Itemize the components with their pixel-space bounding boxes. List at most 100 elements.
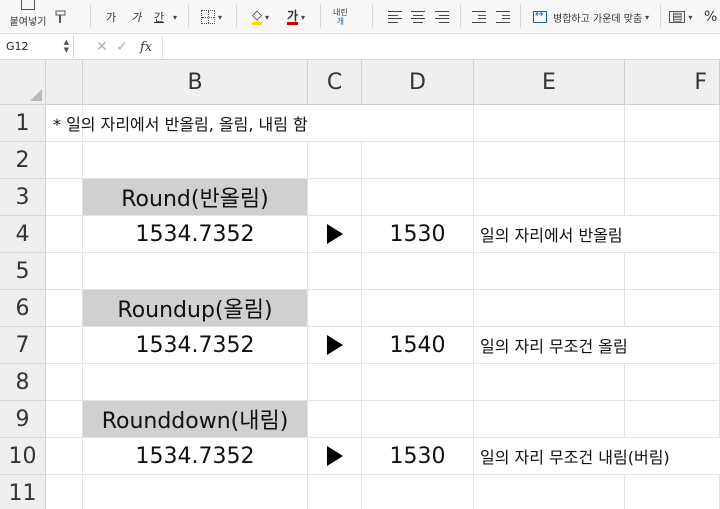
cell-a5[interactable] xyxy=(46,253,83,290)
column-header-a[interactable] xyxy=(46,60,83,105)
cell-a3[interactable] xyxy=(46,179,83,216)
cell-c3[interactable] xyxy=(308,179,362,216)
cell-e6[interactable] xyxy=(474,290,625,327)
cell-c5[interactable] xyxy=(308,253,362,290)
merge-center-button[interactable]: 병합하고 가운데 맞춤 ▾ xyxy=(533,0,649,34)
cell-b5[interactable] xyxy=(83,253,308,290)
cell-e5[interactable] xyxy=(474,253,625,290)
column-header-d[interactable]: D xyxy=(362,60,474,105)
underline-button[interactable]: 간 xyxy=(154,0,164,34)
row-header-10[interactable]: 10 xyxy=(0,438,46,475)
cell-a8[interactable] xyxy=(46,364,83,401)
cell-d3[interactable] xyxy=(362,179,474,216)
select-all-corner[interactable] xyxy=(0,60,46,105)
text-direction-button[interactable]: 내린 개 xyxy=(333,0,348,34)
cell-c8[interactable] xyxy=(308,364,362,401)
font-color-button[interactable]: 가 ▾ xyxy=(287,0,305,34)
cell-d9[interactable] xyxy=(362,401,474,438)
cell-f3[interactable] xyxy=(625,179,720,216)
cell-c7[interactable] xyxy=(308,327,362,364)
cell-b7[interactable]: 1534.7352 xyxy=(83,327,308,364)
cell-c9[interactable] xyxy=(308,401,362,438)
cell-f8[interactable] xyxy=(625,364,720,401)
checkmark-icon[interactable]: ✓ xyxy=(116,34,128,60)
row-header-9[interactable]: 9 xyxy=(0,401,46,438)
cell-f6[interactable] xyxy=(625,290,720,327)
borders-button[interactable]: ▾ xyxy=(201,0,222,34)
cell-e1[interactable] xyxy=(474,105,625,142)
cell-a9[interactable] xyxy=(46,401,83,438)
column-header-e[interactable]: E xyxy=(474,60,625,105)
cell-f7[interactable] xyxy=(625,327,720,364)
cell-b6[interactable]: Roundup(올림) xyxy=(83,290,308,327)
increase-indent-button[interactable] xyxy=(496,0,510,34)
cell-e9[interactable] xyxy=(474,401,625,438)
column-header-f[interactable]: F xyxy=(625,60,720,105)
cell-a7[interactable] xyxy=(46,327,83,364)
formula-input[interactable] xyxy=(162,36,718,58)
cell-f2[interactable] xyxy=(625,142,720,179)
cell-b10[interactable]: 1534.7352 xyxy=(83,438,308,475)
cell-b1[interactable]: * 일의 자리에서 반올림, 올림, 내림 함 xyxy=(53,105,308,142)
cell-c1[interactable] xyxy=(308,105,362,142)
cell-f4[interactable] xyxy=(625,216,720,253)
cell-d11[interactable] xyxy=(362,475,474,509)
percent-style-button[interactable]: % xyxy=(704,0,717,34)
row-header-8[interactable]: 8 xyxy=(0,364,46,401)
name-box-spinner-icon[interactable]: ▲ ▼ xyxy=(64,38,69,54)
row-header-3[interactable]: 3 xyxy=(0,179,46,216)
align-top-button[interactable] xyxy=(388,0,402,34)
format-painter-icon[interactable] xyxy=(52,0,68,34)
align-bottom-button[interactable] xyxy=(435,0,449,34)
cell-a4[interactable] xyxy=(46,216,83,253)
cell-b11[interactable] xyxy=(83,475,308,509)
cell-e3[interactable] xyxy=(474,179,625,216)
align-middle-button[interactable] xyxy=(411,0,425,34)
cell-c6[interactable] xyxy=(308,290,362,327)
row-header-2[interactable]: 2 xyxy=(0,142,46,179)
cell-a6[interactable] xyxy=(46,290,83,327)
cell-f5[interactable] xyxy=(625,253,720,290)
cell-b8[interactable] xyxy=(83,364,308,401)
cell-f1[interactable] xyxy=(625,105,720,142)
cell-e4[interactable]: 일의 자리에서 반올림 xyxy=(474,216,625,253)
cell-d4[interactable]: 1530 xyxy=(362,216,474,253)
decrease-indent-button[interactable] xyxy=(472,0,486,34)
cell-c11[interactable] xyxy=(308,475,362,509)
row-header-1[interactable]: 1 xyxy=(0,105,46,142)
cell-b4[interactable]: 1534.7352 xyxy=(83,216,308,253)
row-header-11[interactable]: 11 xyxy=(0,475,46,509)
insert-function-button[interactable]: fx xyxy=(140,34,152,60)
number-format-button[interactable]: ▤ ▾ xyxy=(669,0,692,34)
paste-button[interactable]: 붙여넣기 xyxy=(6,0,50,34)
cell-d6[interactable] xyxy=(362,290,474,327)
cell-d8[interactable] xyxy=(362,364,474,401)
row-header-5[interactable]: 5 xyxy=(0,253,46,290)
cell-d10[interactable]: 1530 xyxy=(362,438,474,475)
cell-b2[interactable] xyxy=(83,142,308,179)
cell-e10[interactable]: 일의 자리 무조건 내림(버림) xyxy=(474,438,720,475)
cell-f11[interactable] xyxy=(625,475,720,509)
column-header-c[interactable]: C xyxy=(308,60,362,105)
cell-e7[interactable]: 일의 자리 무조건 올림 xyxy=(474,327,628,364)
cell-a10[interactable] xyxy=(46,438,83,475)
italic-button[interactable]: 가 xyxy=(131,0,141,34)
cell-d1[interactable] xyxy=(362,105,474,142)
cell-e2[interactable] xyxy=(474,142,625,179)
cell-d2[interactable] xyxy=(362,142,474,179)
row-header-6[interactable]: 6 xyxy=(0,290,46,327)
cell-c2[interactable] xyxy=(308,142,362,179)
cell-b3[interactable]: Round(반올림) xyxy=(83,179,308,216)
cell-d5[interactable] xyxy=(362,253,474,290)
cell-e11[interactable] xyxy=(474,475,625,509)
cell-a11[interactable] xyxy=(46,475,83,509)
name-box[interactable]: G12 ▲ ▼ xyxy=(0,36,74,58)
close-icon[interactable]: ✕ xyxy=(96,34,108,60)
underline-dropdown[interactable]: ▾ xyxy=(170,0,177,34)
cell-e8[interactable] xyxy=(474,364,625,401)
column-header-b[interactable]: B xyxy=(83,60,308,105)
cell-a2[interactable] xyxy=(46,142,83,179)
bold-button[interactable]: 가 xyxy=(106,0,116,34)
cell-f9[interactable] xyxy=(625,401,720,438)
cell-b9[interactable]: Rounddown(내림) xyxy=(83,401,308,438)
